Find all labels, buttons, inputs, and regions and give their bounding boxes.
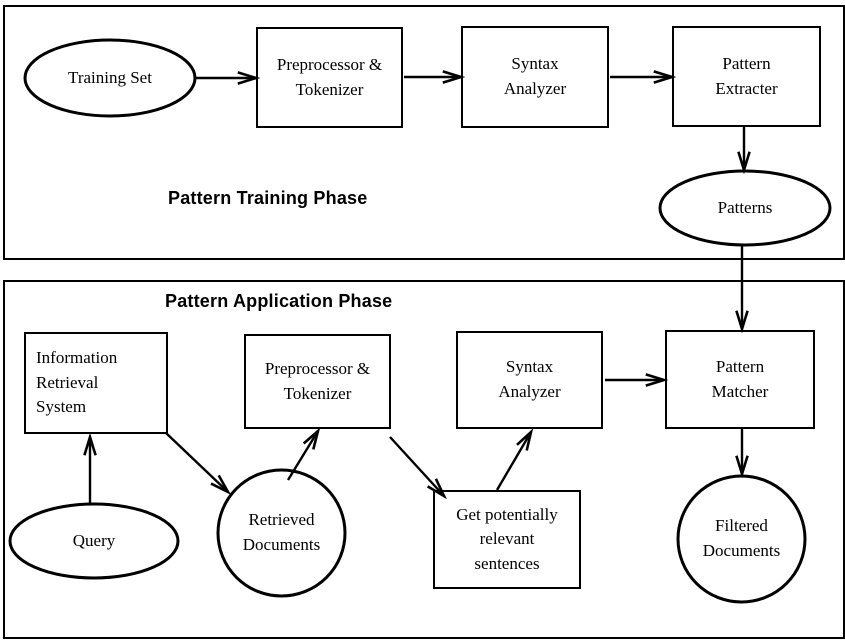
node-label-line: Analyzer <box>503 79 567 98</box>
edge-arrowhead-get-relevant-sentences-to-syntax-analyzer <box>516 428 534 451</box>
edge-arrowhead-patterns-to-pattern-matcher <box>735 310 749 334</box>
node-label-line: Preprocessor & <box>276 54 383 74</box>
edge-pattern-extracter-to-patterns <box>737 127 751 175</box>
node-query[interactable]: Query <box>10 504 178 578</box>
node-label-line: Matcher <box>711 381 769 401</box>
node-label-line: Preprocessor & <box>264 358 371 378</box>
edge-arrowhead-pattern-extracter-to-patterns <box>737 151 751 175</box>
node-label-line: Patterns <box>717 197 773 217</box>
edge-pattern-matcher-to-filtered-documents <box>735 429 749 479</box>
node-preprocessor-tokenizer-application[interactable]: Preprocessor & Tokenizer <box>245 335 390 428</box>
node-label-line: Syntax <box>511 54 559 74</box>
node-label-line: relevant <box>479 529 535 549</box>
edge-arrowhead-retrieved-documents-to-preprocessor <box>302 427 321 450</box>
node-retrieved-documents[interactable]: Retrieved Documents <box>218 470 345 596</box>
phase-title-application: Pattern Application Phase <box>165 291 393 311</box>
node-label-line: Training Set <box>68 67 152 87</box>
edge-arrowhead-pattern-matcher-to-filtered-documents <box>735 455 749 479</box>
edge-training-set-to-preprocessor <box>196 71 261 85</box>
node-training-set[interactable]: Training Set <box>25 40 195 116</box>
node-information-retrieval-system[interactable]: Information Retrieval System <box>25 333 167 433</box>
edge-query-to-information-retrieval-system <box>83 432 97 505</box>
edge-arrowhead-query-to-information-retrieval-system <box>83 432 97 456</box>
node-get-relevant-sentences[interactable]: Get potentially relevant sentences <box>434 491 580 588</box>
node-label-line: Analyzer <box>498 382 561 401</box>
node-label-line: Tokenizer <box>295 79 364 99</box>
node-label-line: Tokenizer <box>283 383 352 403</box>
node-patterns[interactable]: Patterns <box>660 171 830 245</box>
node-label-line: Retrieved <box>248 510 315 530</box>
node-pattern-matcher[interactable]: Pattern Matcher <box>666 331 814 428</box>
edge-patterns-to-pattern-matcher <box>735 244 749 334</box>
node-label-line: Extracter <box>715 78 778 98</box>
node-label-line: Information <box>36 348 118 368</box>
edge-arrowhead-preprocessor-to-syntax-analyzer <box>442 70 466 84</box>
edge-line-preprocessor-to-get-relevant-sentences <box>389 436 445 497</box>
node-label-line: Syntax <box>505 357 554 377</box>
phase-title-training: Pattern Training Phase <box>168 188 368 208</box>
node-filtered-documents[interactable]: Filtered Documents <box>678 476 805 602</box>
node-label-line: Query <box>72 530 116 550</box>
edge-preprocessor-to-syntax-analyzer <box>404 70 466 84</box>
node-label-line: Get potentially <box>456 504 558 524</box>
node-pattern-extracter[interactable]: Pattern Extracter <box>673 27 820 126</box>
node-label-line: Filtered <box>715 516 768 536</box>
edge-line-get-relevant-sentences-to-syntax-analyzer <box>495 431 533 491</box>
node-label-line: Pattern <box>715 356 765 376</box>
edge-syntax-analyzer-to-pattern-matcher <box>605 373 669 387</box>
node-syntax-analyzer-training[interactable]: Syntax Analyzer <box>462 27 608 127</box>
node-syntax-analyzer-application[interactable]: Syntax Analyzer <box>457 332 602 428</box>
node-label-line: Documents <box>242 535 321 554</box>
node-label-line: sentences <box>474 553 540 573</box>
flowchart-diagram: Pattern Training Phase Pattern Applicatio… <box>0 0 845 643</box>
node-label-line: Documents <box>702 541 781 560</box>
edge-get-relevant-sentences-to-syntax-analyzer <box>495 428 534 491</box>
edge-preprocessor-to-get-relevant-sentences <box>389 436 447 500</box>
edge-arrowhead-syntax-analyzer-to-pattern-matcher <box>645 373 669 387</box>
node-label-line: Retrieval <box>36 372 99 392</box>
node-label-line: Pattern <box>722 53 771 73</box>
edge-arrowhead-syntax-analyzer-to-pattern-extracter <box>653 70 677 84</box>
node-label-line: System <box>36 397 87 417</box>
edge-syntax-analyzer-to-pattern-extracter <box>610 70 677 84</box>
edge-arrowhead-training-set-to-preprocessor <box>237 71 261 85</box>
node-preprocessor-tokenizer-training[interactable]: Preprocessor & Tokenizer <box>257 28 402 127</box>
